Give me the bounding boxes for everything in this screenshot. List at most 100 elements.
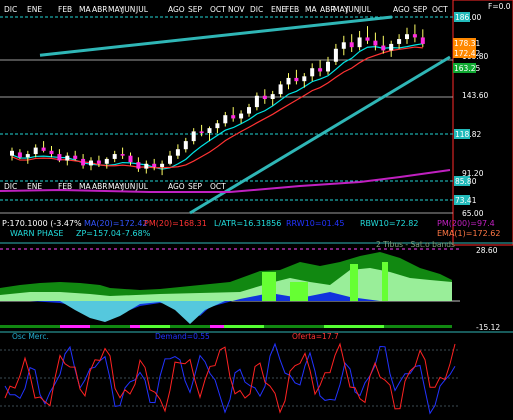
chart-canvas: F=0.0 DIC ENE FEB MA ABR MAYJUN JUL AGO SEP OCT NO… (0, 0, 513, 420)
candle-body (349, 42, 354, 48)
info-ema: EMA(1)=172.62 (437, 229, 500, 238)
month-label: JUL (358, 5, 372, 14)
month-label: NOV (228, 5, 245, 14)
candle-body (112, 154, 117, 159)
price-tick-5: 65.00 (462, 209, 484, 218)
candle-body (65, 155, 70, 161)
candle-body (326, 61, 330, 72)
month-label: AGO (168, 5, 185, 14)
last-box-2-text: 172.42 (454, 49, 480, 58)
info-price: P:170.1000 (-3.47% (2, 219, 82, 228)
candle-body (357, 37, 362, 48)
candle-body (104, 158, 109, 164)
candle-body (365, 37, 370, 41)
phase-segment (264, 325, 324, 328)
candle-body (152, 163, 157, 168)
candle-body (247, 107, 251, 114)
info-pm20: PM(20)=168.31 (144, 219, 207, 228)
month-label: SEP (188, 182, 202, 191)
phase-segment (224, 325, 264, 328)
month-label: JUL (135, 5, 149, 14)
month-label: AGO (393, 5, 410, 14)
phase-segment (324, 325, 384, 328)
candle-body (231, 115, 236, 119)
month-label: MA (305, 5, 317, 14)
month-label: ABR (92, 5, 108, 14)
candle-body (25, 154, 30, 158)
phase-segment (384, 325, 452, 328)
candle-body (286, 77, 291, 85)
candle-body (420, 37, 425, 44)
candle-body (223, 115, 228, 124)
candle-body (318, 68, 323, 72)
bands-tick-top: 28.60 (476, 246, 498, 255)
info-rrw: RRW10=01.45 (286, 219, 345, 228)
last-box-1-text: 178.31 (454, 39, 480, 48)
month-label: ENE (27, 5, 42, 14)
candle-body (294, 77, 299, 82)
phase-segment (130, 325, 140, 328)
candle-body (81, 158, 86, 166)
lime-bar (290, 282, 308, 301)
candle-body (254, 95, 259, 108)
month-label: MA (79, 5, 91, 14)
info-pct: -7.68% (122, 229, 151, 238)
candle-body (57, 154, 62, 161)
candle-body (160, 163, 165, 168)
info-ma20: MA(20)=172.42 (84, 219, 148, 228)
info-warn: WARN PHASE (10, 229, 63, 238)
level-box-3-text: 85.80 (455, 177, 477, 186)
phase-segment (60, 325, 90, 328)
candle-body (239, 113, 244, 119)
month-label: OCT (432, 5, 448, 14)
candle-body (278, 84, 283, 95)
month-label: SEP (413, 5, 427, 14)
candle-body (333, 48, 338, 62)
candle-body (199, 131, 204, 134)
month-label: DIC (4, 5, 17, 14)
candle-body (262, 95, 267, 99)
lime-bar (350, 264, 358, 301)
lime-bar (262, 272, 276, 301)
chart-background (0, 0, 513, 420)
candle-body (175, 149, 180, 156)
lime-bar (382, 262, 388, 301)
info-zp: ZP=157.04 (76, 229, 121, 238)
month-label: FEB (58, 5, 72, 14)
candle-body (397, 39, 402, 44)
candle-body (412, 34, 417, 38)
month-label: JUN (345, 5, 359, 14)
month-label: SEP (188, 5, 202, 14)
month-label: JUN (121, 5, 135, 14)
osc-label-right: Oferta=17.7 (292, 332, 339, 341)
info-rbw: RBW10=72.82 (360, 219, 418, 228)
candle-body (17, 152, 22, 158)
candle-body (302, 76, 307, 82)
candle-body (89, 160, 93, 166)
candle-body (33, 147, 38, 155)
osc-label-mid: Demand=0.55 (155, 332, 210, 341)
candle-body (120, 154, 125, 156)
price-tick-3: 143.60 (462, 91, 488, 100)
candle-body (144, 163, 149, 169)
month-label: FEB (285, 5, 299, 14)
candle-body (73, 155, 78, 159)
info-pm200: PM(200)=97.4 (437, 219, 495, 228)
candle-body (10, 150, 14, 156)
candle-body (191, 131, 196, 142)
month-label: ABR (92, 182, 108, 191)
month-label: AGO (168, 182, 185, 191)
month-label: JUL (135, 182, 149, 191)
candle-body (373, 40, 378, 46)
month-label: DIC (4, 182, 17, 191)
price-tick-4: 91.20 (462, 169, 484, 178)
candle-body (128, 155, 133, 163)
phase-segment (140, 325, 170, 328)
candle-body (96, 160, 101, 164)
candle-body (136, 162, 141, 169)
candle-body (41, 147, 46, 151)
phase-segment (210, 325, 224, 328)
phase-color-strip (0, 325, 452, 328)
info-latr: L/ATR=16.31856 (214, 219, 281, 228)
phase-segment (0, 325, 60, 328)
